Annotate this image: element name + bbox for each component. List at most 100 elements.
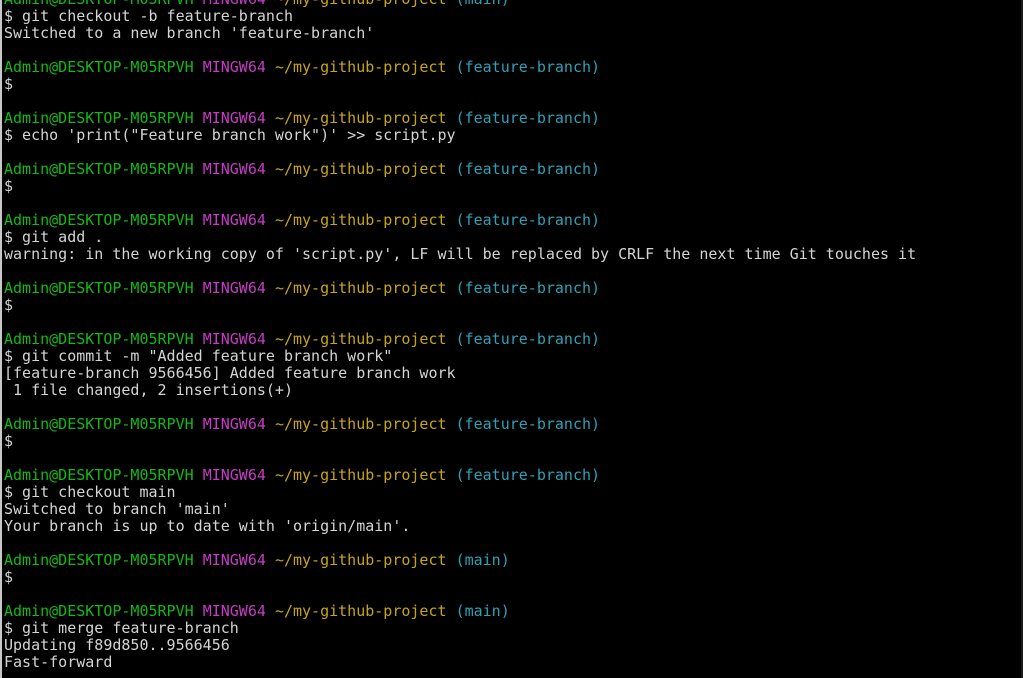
line-text: $	[4, 568, 14, 586]
line-text: 1 file changed, 2 insertions(+)	[4, 381, 293, 399]
prompt-line: Admin@DESKTOP-M05RPVH MINGW64 ~/my-githu…	[4, 110, 1019, 127]
command-line: $	[4, 178, 1019, 195]
prompt-environment: MINGW64	[202, 211, 266, 229]
line-text: $ git checkout main	[4, 483, 176, 501]
line-text: $ git merge feature-branch	[4, 619, 239, 637]
output-line: Switched to a new branch 'feature-branch…	[4, 25, 1019, 42]
prompt-user-host: Admin@DESKTOP-M05RPVH	[4, 415, 194, 433]
prompt-line: Admin@DESKTOP-M05RPVH MINGW64 ~/my-githu…	[4, 161, 1019, 178]
prompt-line: Admin@DESKTOP-M05RPVH MINGW64 ~/my-githu…	[4, 603, 1019, 620]
prompt-branch: (feature-branch)	[455, 109, 601, 127]
prompt-environment: MINGW64	[202, 279, 266, 297]
prompt-line: Admin@DESKTOP-M05RPVH MINGW64 ~/my-githu…	[4, 59, 1019, 76]
prompt-path: ~/my-github-project	[274, 160, 447, 178]
output-line: Switched to branch 'main'	[4, 501, 1019, 518]
output-line: warning: in the working copy of 'script.…	[4, 246, 1019, 263]
prompt-environment: MINGW64	[202, 160, 266, 178]
prompt-branch: (feature-branch)	[455, 330, 601, 348]
prompt-branch: (main)	[456, 0, 510, 8]
terminal-window[interactable]: Admin@DESKTOP-M05RPVH MINGW64 ~/my-githu…	[0, 0, 1023, 678]
prompt-path: ~/my-github-project	[275, 0, 447, 8]
prompt-user-host: Admin@DESKTOP-M05RPVH	[4, 330, 194, 348]
output-line: Fast-forward	[4, 654, 1019, 671]
prompt-user-host: Admin@DESKTOP-M05RPVH	[4, 551, 194, 569]
line-text: Switched to branch 'main'	[4, 500, 230, 518]
prompt-environment: MINGW64	[202, 109, 266, 127]
prompt-user-host: Admin@DESKTOP-M05RPVH	[4, 160, 194, 178]
line-text: [feature-branch 9566456] Added feature b…	[4, 364, 456, 382]
prompt-path: ~/my-github-project	[274, 551, 447, 569]
prompt-line: Admin@DESKTOP-M05RPVH MINGW64 ~/my-githu…	[4, 280, 1019, 297]
prompt-line: Admin@DESKTOP-M05RPVH MINGW64 ~/my-githu…	[4, 467, 1019, 484]
prompt-environment: MINGW64	[202, 551, 266, 569]
prompt-branch: (feature-branch)	[455, 466, 601, 484]
command-line: $	[4, 76, 1019, 93]
prompt-path: ~/my-github-project	[274, 109, 447, 127]
command-line: $	[4, 569, 1019, 586]
prompt-branch: (feature-branch)	[455, 211, 601, 229]
line-text: $ git commit -m "Added feature branch wo…	[4, 347, 393, 365]
prompt-user-host: Admin@DESKTOP-M05RPVH	[4, 211, 194, 229]
command-line: $ git add .	[4, 229, 1019, 246]
prompt-line: Admin@DESKTOP-M05RPVH MINGW64 ~/my-githu…	[4, 331, 1019, 348]
line-text: Your branch is up to date with 'origin/m…	[4, 517, 411, 535]
command-line: $ echo 'print("Feature branch work")' >>…	[4, 127, 1019, 144]
terminal-output[interactable]: Admin@DESKTOP-M05RPVH MINGW64 ~/my-githu…	[4, 0, 1019, 671]
output-line: Updating f89d850..9566456	[4, 637, 1019, 654]
prompt-line: Admin@DESKTOP-M05RPVH MINGW64 ~/my-githu…	[4, 416, 1019, 433]
prompt-branch: (main)	[455, 551, 510, 569]
output-line: Your branch is up to date with 'origin/m…	[4, 518, 1019, 535]
command-line: $	[4, 297, 1019, 314]
line-text: $ git checkout -b feature-branch	[4, 7, 293, 25]
window-left-border	[0, 0, 2, 678]
prompt-path: ~/my-github-project	[274, 279, 447, 297]
command-line: $ git checkout -b feature-branch	[4, 8, 1019, 25]
line-text: Switched to a new branch 'feature-branch…	[4, 24, 375, 42]
prompt-path: ~/my-github-project	[274, 602, 447, 620]
output-line: [feature-branch 9566456] Added feature b…	[4, 365, 1019, 382]
prompt-path: ~/my-github-project	[274, 415, 447, 433]
line-text: $ git add .	[4, 228, 104, 246]
prompt-user-host: Admin@DESKTOP-M05RPVH	[4, 466, 194, 484]
prompt-path: ~/my-github-project	[274, 58, 447, 76]
prompt-environment: MINGW64	[202, 330, 266, 348]
prompt-path: ~/my-github-project	[274, 466, 447, 484]
line-text: $	[4, 177, 14, 195]
line-text: warning: in the working copy of 'script.…	[4, 245, 917, 263]
prompt-path: ~/my-github-project	[274, 211, 447, 229]
prompt-line: Admin@DESKTOP-M05RPVH MINGW64 ~/my-githu…	[4, 212, 1019, 229]
line-text: $	[4, 296, 14, 314]
prompt-branch: (feature-branch)	[455, 58, 601, 76]
prompt-branch: (feature-branch)	[455, 160, 601, 178]
prompt-branch: (main)	[455, 602, 510, 620]
prompt-branch: (feature-branch)	[455, 415, 601, 433]
prompt-user-host: Admin@DESKTOP-M05RPVH	[4, 109, 194, 127]
command-line: $	[4, 433, 1019, 450]
prompt-user-host: Admin@DESKTOP-M05RPVH	[4, 279, 194, 297]
prompt-environment: MINGW64	[202, 602, 266, 620]
prompt-branch: (feature-branch)	[455, 279, 601, 297]
prompt-user-host: Admin@DESKTOP-M05RPVH	[4, 602, 194, 620]
command-line: $ git checkout main	[4, 484, 1019, 501]
command-line: $ git commit -m "Added feature branch wo…	[4, 348, 1019, 365]
prompt-environment: MINGW64	[202, 415, 266, 433]
prompt-environment: MINGW64	[202, 58, 266, 76]
line-text: Updating f89d850..9566456	[4, 636, 230, 654]
prompt-user-host: Admin@DESKTOP-M05RPVH	[4, 58, 194, 76]
command-line: $ git merge feature-branch	[4, 620, 1019, 637]
prompt-environment: MINGW64	[202, 466, 266, 484]
line-text: $	[4, 75, 14, 93]
output-line: 1 file changed, 2 insertions(+)	[4, 382, 1019, 399]
line-text: $	[4, 432, 14, 450]
prompt-line: Admin@DESKTOP-M05RPVH MINGW64 ~/my-githu…	[4, 552, 1019, 569]
